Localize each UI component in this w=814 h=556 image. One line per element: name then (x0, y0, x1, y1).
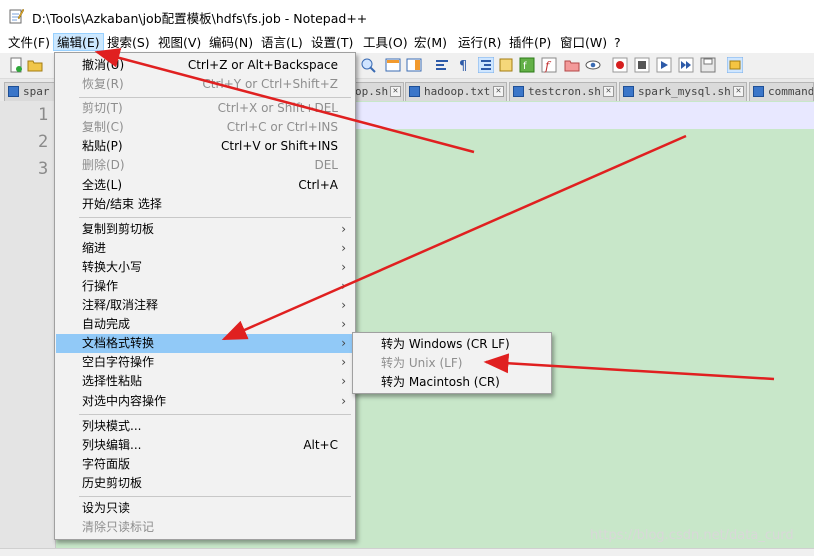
annotation-arrows (94, 48, 775, 381)
annotation-arrow-to-eol-conversion (221, 134, 687, 341)
annotation-arrow-to-unix (483, 353, 775, 381)
annotation-arrow-to-edit-menu (94, 48, 475, 154)
watermark-text: https://blog.csdn.net/data_curd (590, 528, 794, 543)
